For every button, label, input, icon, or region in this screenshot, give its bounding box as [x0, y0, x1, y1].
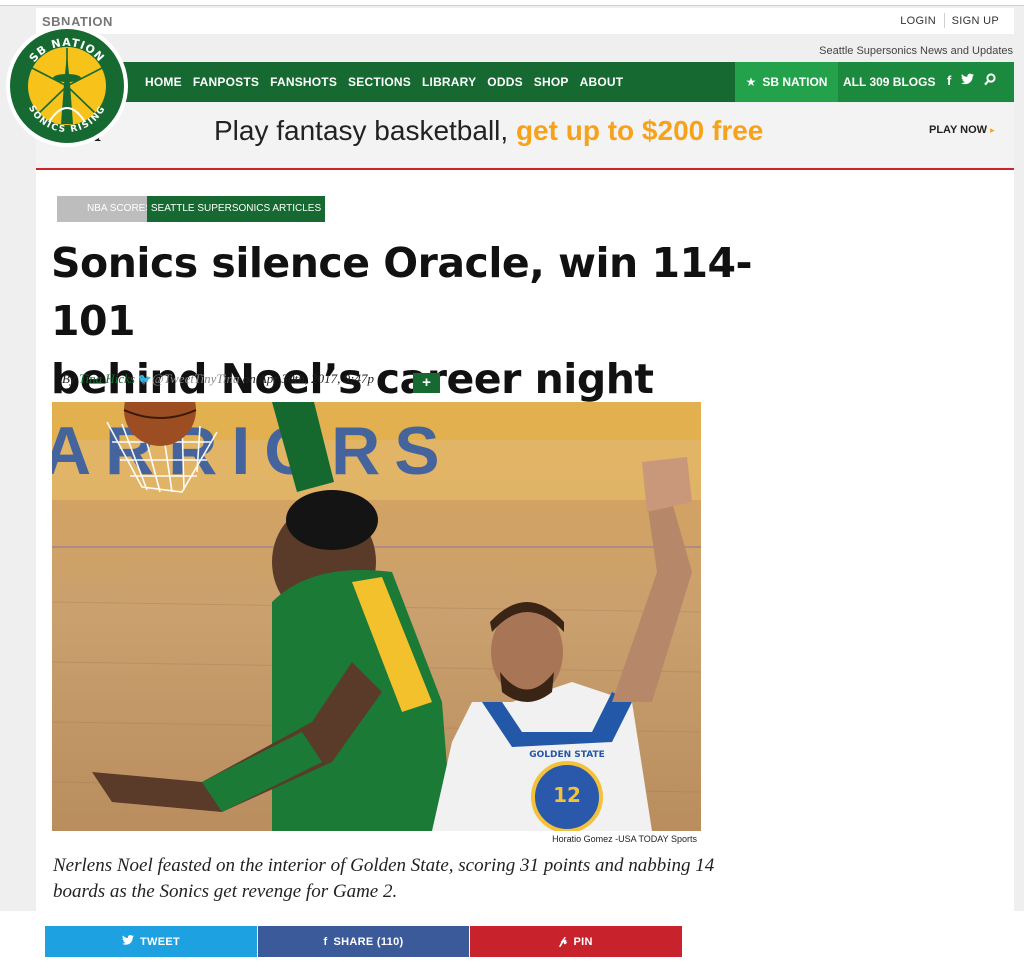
- nav-odds[interactable]: ODDS: [487, 75, 522, 89]
- twitter-icon: [122, 935, 134, 948]
- pin-button[interactable]: 𝓅 PIN: [470, 926, 682, 957]
- main-nav: HOME FANPOSTS FANSHOTS SECTIONS LIBRARY …: [36, 62, 1014, 102]
- twitter-icon[interactable]: [961, 73, 975, 89]
- photo-credit: Horatio Gomez -USA TODAY Sports: [552, 834, 697, 844]
- ad-cta-label: PLAY NOW: [929, 124, 988, 136]
- top-bar: SBNATION LOGIN SIGN UP: [36, 8, 1014, 34]
- jersey-team: GOLDEN STATE: [529, 750, 605, 760]
- byline: By Tina Hicks 🐦@TweetTinyTina on Apr 30t…: [62, 371, 374, 387]
- comments-plus-button[interactable]: +: [413, 373, 440, 393]
- ad-banner[interactable]: uel Play fantasy basketball, get up to $…: [36, 103, 1014, 167]
- ad-text: Play fantasy basketball, get up to $200 …: [214, 115, 763, 147]
- search-icon[interactable]: [984, 73, 996, 89]
- headline-line-1: Sonics silence Oracle, win 114-101: [51, 239, 753, 345]
- jersey-number: 12: [553, 783, 581, 807]
- photo-caption: Nerlens Noel feasted on the interior of …: [53, 855, 715, 902]
- login-link[interactable]: LOGIN: [900, 15, 936, 27]
- nav-fanposts[interactable]: FANPOSTS: [193, 75, 259, 89]
- ad-text-plain: Play fantasy basketball,: [214, 115, 516, 146]
- article: NBA SCORES SEATTLE SUPERSONICS ARTICLES …: [36, 170, 1014, 911]
- facebook-share-button[interactable]: f SHARE (110): [258, 926, 469, 957]
- arrow-right-icon: ▸: [990, 125, 995, 135]
- nav-right: ★ SB NATION ALL 309 BLOGS f: [735, 62, 1014, 102]
- tweet-label: TWEET: [140, 935, 180, 948]
- court-text: ARRIORS: [52, 413, 454, 489]
- facebook-share-label: SHARE (110): [333, 935, 404, 948]
- all-blogs-link[interactable]: ALL 309 BLOGS: [843, 75, 935, 89]
- nav-library[interactable]: LIBRARY: [422, 75, 476, 89]
- article-photo[interactable]: ARRIORS 12 GOLDEN STATE: [52, 402, 701, 831]
- ad-text-highlight: get up to $200 free: [515, 115, 764, 146]
- tag-seattle-supersonics-articles[interactable]: SEATTLE SUPERSONICS ARTICLES: [147, 196, 325, 222]
- pinterest-icon: 𝓅: [559, 935, 568, 947]
- pin-label: PIN: [573, 935, 593, 948]
- author-twitter-handle[interactable]: @TweetTinyTina: [152, 371, 240, 386]
- facebook-icon[interactable]: f: [947, 73, 951, 89]
- author-link[interactable]: Tina Hicks: [79, 371, 135, 386]
- nav-about[interactable]: ABOUT: [580, 75, 624, 89]
- nav-shop[interactable]: SHOP: [534, 75, 569, 89]
- twitter-bird-icon: 🐦: [138, 374, 152, 386]
- nav-home[interactable]: HOME: [145, 75, 182, 89]
- nav-sections[interactable]: SECTIONS: [348, 75, 411, 89]
- social-links: f: [947, 73, 996, 89]
- sonics-rising-logo[interactable]: SB NATION SONICS RISING: [5, 24, 129, 148]
- login-separator: [944, 13, 945, 28]
- tweet-button[interactable]: TWEET: [45, 926, 257, 957]
- sbnation-button[interactable]: ★ SB NATION: [735, 62, 838, 102]
- sbnation-label: SB NATION: [762, 75, 828, 89]
- site-tagline: Seattle Supersonics News and Updates: [819, 45, 1013, 57]
- byline-date: on Apr 30th, 2017, 9:47p: [242, 371, 374, 386]
- nav-links: HOME FANPOSTS FANSHOTS SECTIONS LIBRARY …: [145, 62, 623, 102]
- star-icon: ★: [745, 75, 757, 89]
- nav-fanshots[interactable]: FANSHOTS: [270, 75, 337, 89]
- signup-link[interactable]: SIGN UP: [952, 15, 999, 27]
- ad-play-now-button[interactable]: PLAY NOW ▸: [929, 124, 995, 136]
- byline-by: By: [62, 371, 76, 386]
- facebook-icon: f: [323, 935, 328, 948]
